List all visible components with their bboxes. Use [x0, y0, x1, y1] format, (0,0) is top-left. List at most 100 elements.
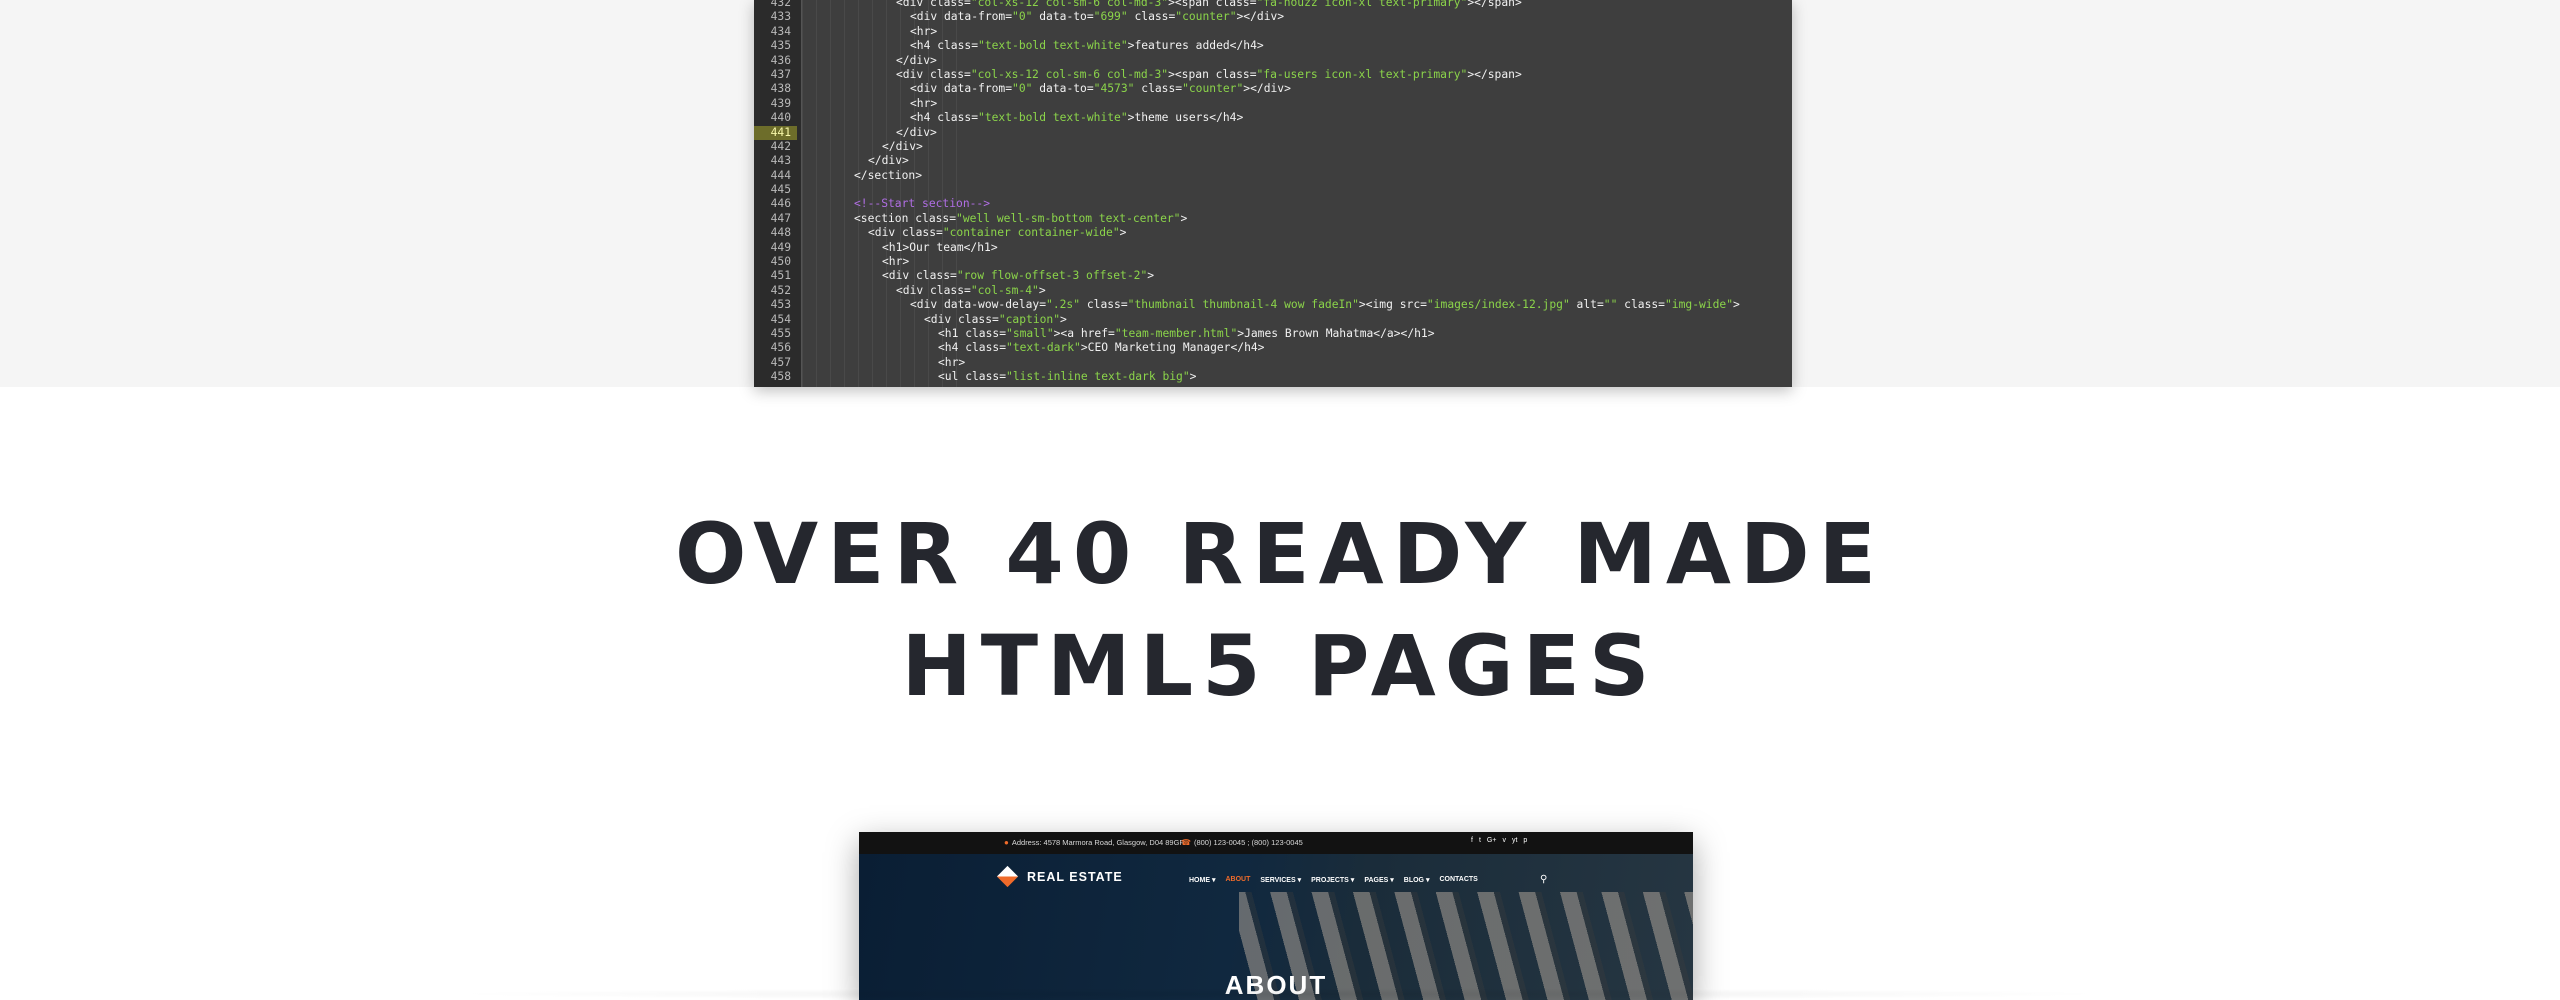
- code-string: "small": [1006, 326, 1054, 340]
- code-text: <!--Start section-->: [854, 197, 990, 211]
- code-token: data-to=: [1032, 10, 1094, 24]
- chevron-down-icon: ▾: [1388, 877, 1394, 884]
- preview-topbar: ● Address: 4578 Marmora Road, Glasgow, D0…: [859, 832, 1693, 854]
- code-token: <h1>Our team</h1>: [882, 240, 998, 254]
- line-number: 442: [770, 139, 791, 153]
- code-line: 441 </div>: [754, 125, 1792, 140]
- preview-nav-item-services[interactable]: SERVICES ▾: [1260, 876, 1301, 884]
- line-number: 452: [770, 283, 791, 297]
- code-token: ></div>: [1243, 82, 1291, 96]
- nav-item-label: PAGES: [1364, 877, 1389, 884]
- line-number: 449: [770, 240, 791, 254]
- search-icon[interactable]: ⚲: [1540, 874, 1547, 885]
- preview-nav: HOME ▾ ABOUT SERVICES ▾ PROJECTS ▾ PAGES ▾ BL…: [1189, 876, 1478, 884]
- line-number: 457: [770, 355, 791, 369]
- code-string: ".2s": [1046, 298, 1081, 312]
- code-token: </div>: [882, 139, 923, 153]
- preview-nav-item-projects[interactable]: PROJECTS ▾: [1311, 876, 1354, 884]
- code-string: "0": [1012, 82, 1033, 96]
- social-icon[interactable]: v: [1502, 837, 1506, 844]
- code-string: "team-member.html": [1114, 326, 1238, 340]
- code-token: >: [1180, 211, 1188, 225]
- code-line: 453 <div data-wow-delay=".2s" class="thum…: [754, 298, 1792, 312]
- preview-brand: REAL ESTATE: [1027, 869, 1123, 884]
- code-token: class=: [1134, 82, 1183, 96]
- line-number: 445: [770, 183, 791, 197]
- social-icon[interactable]: p: [1523, 837, 1527, 844]
- code-line: 435 <h4 class="text-bold text-white">feat…: [754, 39, 1792, 53]
- chevron-down-icon: ▾: [1210, 877, 1216, 884]
- code-token: >theme users</h4>: [1127, 111, 1244, 125]
- code-text: </div>: [868, 154, 909, 168]
- line-number: 444: [770, 168, 791, 182]
- code-text: <h1 class="small"><a href="team-member.h…: [938, 327, 1435, 341]
- code-token: <ul class=: [938, 370, 1007, 384]
- code-text: <ul class="list-inline text-dark big">: [938, 370, 1196, 384]
- code-token: </div>: [868, 154, 909, 168]
- preview-social-icons: f t G+ v yt p: [1471, 837, 1527, 844]
- website-preview[interactable]: ● Address: 4578 Marmora Road, Glasgow, D0…: [859, 832, 1693, 1000]
- code-token: <h4 class=: [910, 111, 979, 125]
- preview-address-text: Address: 4578 Marmora Road, Glasgow, D04…: [1011, 838, 1185, 847]
- code-token: </div>: [896, 125, 937, 139]
- code-string: "col-xs-12 col-sm-6 col-md-3": [970, 0, 1169, 9]
- code-text: <div class="row flow-offset-3 offset-2">: [882, 269, 1154, 283]
- line-number: 437: [770, 67, 791, 81]
- map-pin-icon: ●: [1004, 838, 1009, 847]
- code-line: 456 <h4 class="text-dark">CEO Marketing M…: [754, 341, 1792, 355]
- code-line: 437 <div class="col-xs-12 col-sm-6 col-md…: [754, 68, 1792, 82]
- code-token: ><span class=: [1168, 67, 1257, 81]
- code-line: 458 <ul class="list-inline text-dark big"…: [754, 370, 1792, 384]
- section-shadow: [440, 988, 2120, 1000]
- code-token: >: [1060, 312, 1067, 326]
- code-line: 432 <div class="col-xs-12 col-sm-6 col-md…: [754, 0, 1792, 10]
- code-text: <div data-from="0" data-to="699" class="…: [910, 10, 1284, 24]
- phone-icon: ☎: [1181, 838, 1191, 847]
- code-text: <div data-from="0" data-to="4573" class=…: [910, 82, 1291, 96]
- preview-nav-item-pages[interactable]: PAGES ▾: [1364, 876, 1393, 884]
- line-number: 456: [770, 341, 791, 355]
- code-line: 433 <div data-from="0" data-to="699" clas…: [754, 10, 1792, 24]
- social-icon[interactable]: f: [1471, 837, 1473, 844]
- code-text: <h4 class="text-dark">CEO Marketing Mana…: [938, 341, 1264, 355]
- code-token: <div class=: [924, 312, 999, 326]
- social-icon[interactable]: yt: [1512, 837, 1517, 844]
- code-token: ><img src=: [1358, 298, 1427, 312]
- preview-phone: ☎ (800) 123-0045 ; (800) 123-0045: [1181, 838, 1303, 847]
- code-token: >CEO Marketing Manager</h4>: [1080, 341, 1265, 355]
- code-line: 451 <div class="row flow-offset-3 offset-…: [754, 269, 1792, 283]
- code-text: <div class="container container-wide">: [868, 226, 1126, 240]
- preview-nav-item-home[interactable]: HOME ▾: [1189, 876, 1215, 884]
- code-string: "4573": [1093, 82, 1135, 96]
- code-token: </section>: [854, 168, 923, 182]
- code-token: >features added</h4>: [1127, 39, 1264, 53]
- social-icon[interactable]: G+: [1487, 837, 1497, 844]
- line-number: 458: [770, 370, 791, 384]
- code-text: <div class="col-xs-12 col-sm-6 col-md-3"…: [896, 0, 1522, 10]
- line-number: 434: [770, 24, 791, 38]
- code-line: 434 <hr>: [754, 25, 1792, 39]
- line-number: 450: [770, 255, 791, 269]
- preview-nav-item-blog[interactable]: BLOG ▾: [1404, 876, 1430, 884]
- code-string: "col-xs-12 col-sm-6 col-md-3": [970, 67, 1169, 81]
- preview-nav-item-about[interactable]: ABOUT: [1225, 876, 1250, 884]
- code-text: <div class="col-sm-4">: [896, 284, 1046, 298]
- code-line: 436 </div>: [754, 54, 1792, 68]
- page-headline: OVER 40 READY MADE HTML5 PAGES: [0, 498, 2560, 722]
- nav-item-label: CONTACTS: [1439, 876, 1478, 883]
- preview-logo[interactable]: REAL ESTATE: [996, 865, 1123, 888]
- code-text: <h1>Our team</h1>: [882, 241, 998, 255]
- social-icon[interactable]: t: [1479, 837, 1481, 844]
- code-line: 440 <h4 class="text-bold text-white">them…: [754, 111, 1792, 125]
- code-line: 446 <!--Start section-->: [754, 197, 1792, 211]
- code-text: </section>: [854, 169, 922, 183]
- code-string: "img-wide": [1664, 298, 1733, 312]
- code-editor[interactable]: 432 <div class="col-xs-12 col-sm-6 col-md…: [754, 0, 1792, 387]
- preview-nav-item-contacts[interactable]: CONTACTS: [1439, 876, 1477, 884]
- code-token: <div class=: [868, 226, 943, 240]
- code-line: 445: [754, 183, 1792, 197]
- code-line: 444 </section>: [754, 169, 1792, 183]
- code-string: "": [1603, 298, 1618, 312]
- nav-item-label: BLOG: [1403, 877, 1425, 884]
- nav-item-label: ABOUT: [1225, 876, 1251, 883]
